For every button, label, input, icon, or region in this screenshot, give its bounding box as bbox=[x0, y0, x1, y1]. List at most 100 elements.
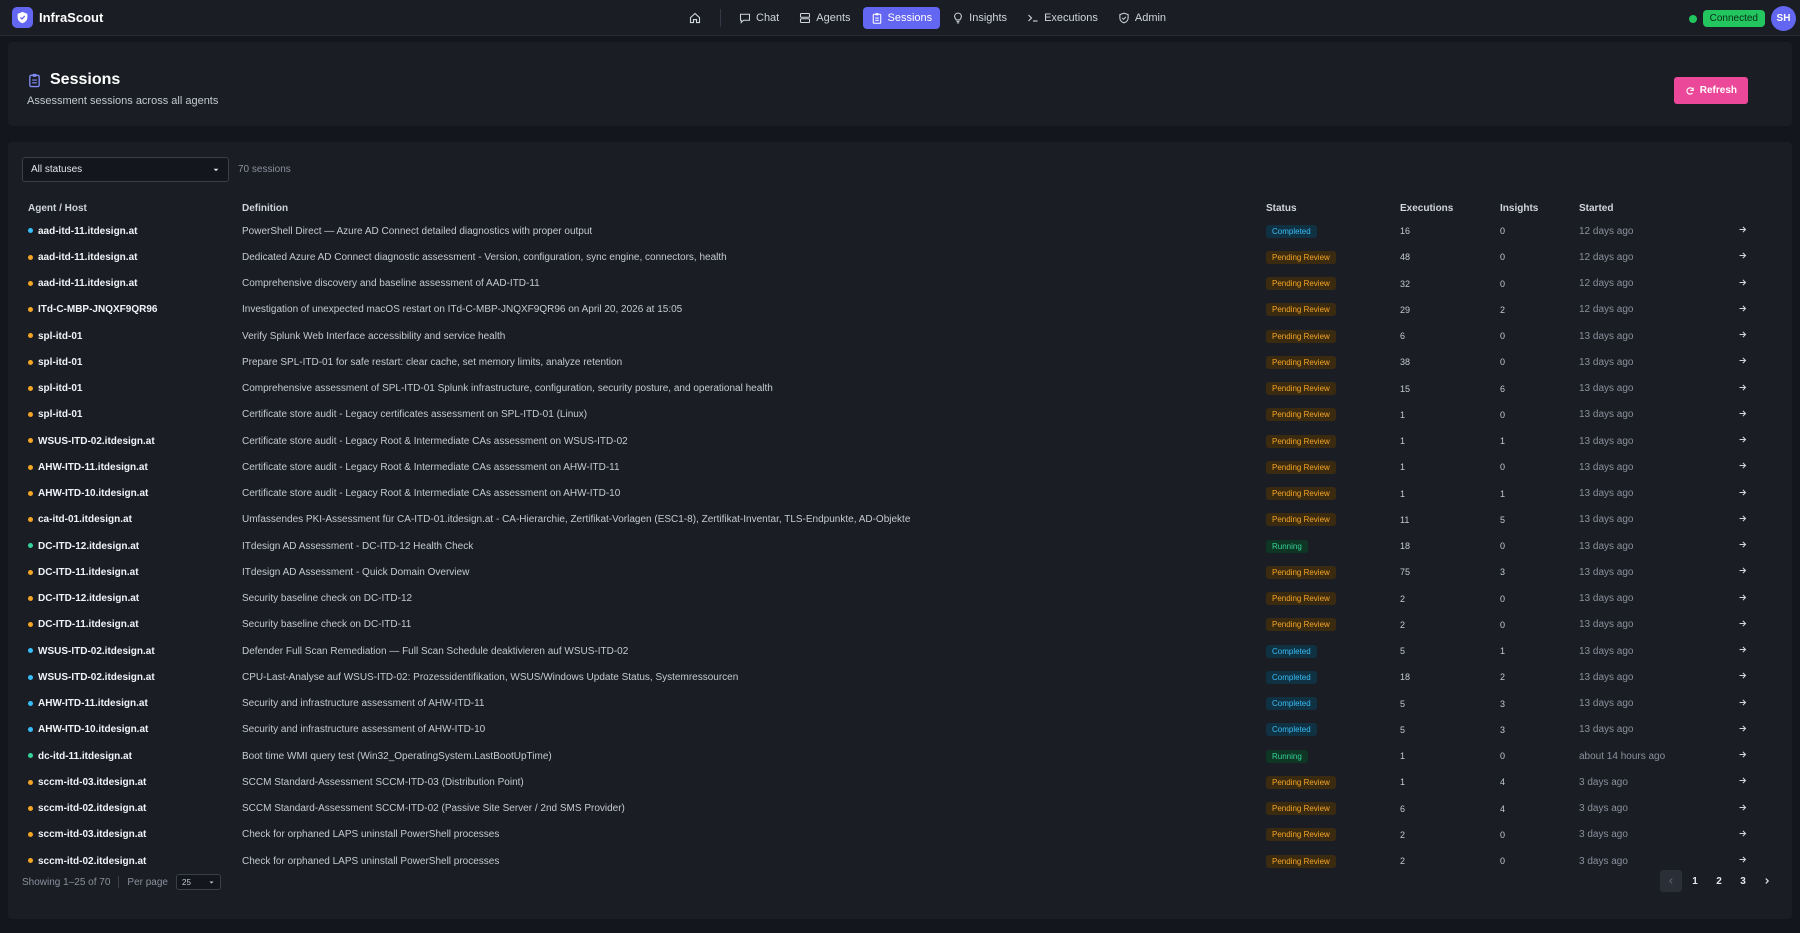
started-cell: 13 days ago bbox=[1579, 409, 1634, 421]
status-cell: Pending Review bbox=[1260, 612, 1394, 638]
open-session-button[interactable] bbox=[1723, 481, 1762, 507]
table-row[interactable]: spl-itd-01 Verify Splunk Web Interface ac… bbox=[22, 323, 1762, 349]
column-header-definition[interactable]: Definition bbox=[236, 198, 1260, 218]
column-header-agent[interactable]: Agent / Host bbox=[22, 198, 236, 218]
table-row[interactable]: DC-ITD-12.itdesign.at Security baseline c… bbox=[22, 586, 1762, 612]
page-button-3[interactable]: 3 bbox=[1732, 870, 1754, 892]
table-row[interactable]: DC-ITD-11.itdesign.at ITdesign AD Assessm… bbox=[22, 559, 1762, 585]
shield-icon bbox=[1119, 12, 1129, 24]
session-count: 70 sessions bbox=[238, 164, 291, 175]
table-row[interactable]: DC-ITD-12.itdesign.at ITdesign AD Assessm… bbox=[22, 533, 1762, 559]
executions-cell: 5 bbox=[1400, 724, 1406, 735]
table-row[interactable]: WSUS-ITD-02.itdesign.at Defender Full Sca… bbox=[22, 638, 1762, 664]
open-session-button[interactable] bbox=[1723, 297, 1762, 323]
open-session-button[interactable] bbox=[1723, 559, 1762, 585]
nav-admin[interactable]: Admin bbox=[1110, 7, 1174, 29]
open-session-button[interactable] bbox=[1723, 454, 1762, 480]
open-session-button[interactable] bbox=[1723, 638, 1762, 664]
arrow-right-icon bbox=[1739, 226, 1747, 233]
agent-cell: sccm-itd-02.itdesign.at bbox=[22, 796, 236, 822]
open-session-button[interactable] bbox=[1723, 664, 1762, 690]
next-page-button[interactable] bbox=[1756, 870, 1778, 892]
table-row[interactable]: aad-itd-11.itdesign.at PowerShell Direct … bbox=[22, 218, 1762, 244]
nav-executions[interactable]: Executions bbox=[1019, 7, 1106, 29]
table-row[interactable]: WSUS-ITD-02.itdesign.at Certificate store… bbox=[22, 428, 1762, 454]
executions-cell: 15 bbox=[1400, 383, 1411, 394]
user-avatar[interactable]: SH bbox=[1771, 6, 1796, 31]
nav-label: Chat bbox=[756, 12, 780, 24]
open-session-button[interactable] bbox=[1723, 271, 1762, 297]
open-session-button[interactable] bbox=[1723, 743, 1762, 769]
arrow-right-icon bbox=[1739, 436, 1747, 443]
table-row[interactable]: AHW-ITD-10.itdesign.at Certificate store … bbox=[22, 481, 1762, 507]
open-session-button[interactable] bbox=[1723, 402, 1762, 428]
per-page-value: 25 bbox=[182, 877, 191, 887]
column-header-action bbox=[1723, 198, 1762, 218]
page-button-2[interactable]: 2 bbox=[1708, 870, 1730, 892]
open-session-button[interactable] bbox=[1723, 376, 1762, 402]
agent-name: aad-itd-11.itdesign.at bbox=[38, 225, 138, 237]
insights-cell: 0 bbox=[1500, 856, 1506, 867]
nav-insights[interactable]: Insights bbox=[944, 7, 1015, 29]
table-row[interactable]: sccm-itd-02.itdesign.at SCCM Standard-Ass… bbox=[22, 796, 1762, 822]
nav-sessions[interactable]: Sessions bbox=[862, 7, 941, 29]
open-session-button[interactable] bbox=[1723, 822, 1762, 848]
executions-cell: 75 bbox=[1400, 567, 1411, 578]
table-row[interactable]: dc-itd-11.itdesign.at Boot time WMI query… bbox=[22, 743, 1762, 769]
table-row[interactable]: aad-itd-11.itdesign.at Dedicated Azure AD… bbox=[22, 244, 1762, 270]
home-button[interactable] bbox=[682, 7, 708, 29]
status-dot bbox=[28, 385, 33, 391]
nav-chat[interactable]: Chat bbox=[731, 7, 787, 29]
open-session-button[interactable] bbox=[1723, 507, 1762, 533]
column-header-executions[interactable]: Executions bbox=[1394, 198, 1494, 218]
column-header-started[interactable]: Started bbox=[1573, 198, 1723, 218]
per-page-select[interactable]: 25 bbox=[176, 874, 221, 890]
open-session-button[interactable] bbox=[1723, 769, 1762, 795]
table-row[interactable]: spl-itd-01 Certificate store audit - Lega… bbox=[22, 402, 1762, 428]
arrow-right-icon bbox=[1739, 567, 1747, 574]
status-cell: Completed bbox=[1260, 638, 1394, 664]
open-session-button[interactable] bbox=[1723, 691, 1762, 717]
agent-cell: aad-itd-11.itdesign.at bbox=[22, 244, 236, 270]
table-row[interactable]: spl-itd-01 Comprehensive assessment of SP… bbox=[22, 376, 1762, 402]
open-session-button[interactable] bbox=[1723, 533, 1762, 559]
table-row[interactable]: sccm-itd-02.itdesign.at Check for orphane… bbox=[22, 848, 1762, 874]
open-session-button[interactable] bbox=[1723, 796, 1762, 822]
open-session-button[interactable] bbox=[1723, 586, 1762, 612]
open-session-button[interactable] bbox=[1723, 244, 1762, 270]
table-row[interactable]: spl-itd-01 Prepare SPL-ITD-01 for safe re… bbox=[22, 349, 1762, 375]
column-header-status[interactable]: Status bbox=[1260, 198, 1394, 218]
table-row[interactable]: DC-ITD-11.itdesign.at Security baseline c… bbox=[22, 612, 1762, 638]
brand[interactable]: InfraScout bbox=[12, 7, 103, 28]
open-session-button[interactable] bbox=[1723, 428, 1762, 454]
status-badge: Completed bbox=[1266, 644, 1317, 658]
table-row[interactable]: aad-itd-11.itdesign.at Comprehensive disc… bbox=[22, 271, 1762, 297]
agent-cell: sccm-itd-03.itdesign.at bbox=[22, 822, 236, 848]
table-row[interactable]: WSUS-ITD-02.itdesign.at CPU-Last-Analyse … bbox=[22, 664, 1762, 690]
status-badge: Running bbox=[1266, 749, 1308, 763]
status-filter-select[interactable]: All statuses bbox=[22, 157, 229, 182]
arrow-right-icon bbox=[1739, 384, 1747, 391]
column-header-insights[interactable]: Insights bbox=[1494, 198, 1573, 218]
page-button-1[interactable]: 1 bbox=[1684, 870, 1706, 892]
insights-cell: 3 bbox=[1500, 698, 1506, 709]
table-row[interactable]: sccm-itd-03.itdesign.at SCCM Standard-Ass… bbox=[22, 769, 1762, 795]
table-row[interactable]: AHW-ITD-10.itdesign.at Security and infra… bbox=[22, 717, 1762, 743]
status-badge: Pending Review bbox=[1266, 513, 1336, 527]
open-session-button[interactable] bbox=[1723, 717, 1762, 743]
prev-page-button[interactable] bbox=[1660, 870, 1682, 892]
open-session-button[interactable] bbox=[1723, 612, 1762, 638]
refresh-button[interactable]: Refresh bbox=[1673, 77, 1748, 104]
open-session-button[interactable] bbox=[1723, 349, 1762, 375]
table-row[interactable]: sccm-itd-03.itdesign.at Check for orphane… bbox=[22, 822, 1762, 848]
insights-cell: 0 bbox=[1500, 252, 1506, 263]
table-row[interactable]: AHW-ITD-11.itdesign.at Security and infra… bbox=[22, 691, 1762, 717]
open-session-button[interactable] bbox=[1723, 218, 1762, 244]
nav-agents[interactable]: Agents bbox=[791, 7, 858, 29]
table-row[interactable]: ITd-C-MBP-JNQXF9QR96 Investigation of une… bbox=[22, 297, 1762, 323]
agent-cell: aad-itd-11.itdesign.at bbox=[22, 271, 236, 297]
open-session-button[interactable] bbox=[1723, 323, 1762, 349]
table-row[interactable]: ca-itd-01.itdesign.at Umfassendes PKI-Ass… bbox=[22, 507, 1762, 533]
table-row[interactable]: AHW-ITD-11.itdesign.at Certificate store … bbox=[22, 454, 1762, 480]
connection-dot bbox=[1688, 14, 1697, 23]
